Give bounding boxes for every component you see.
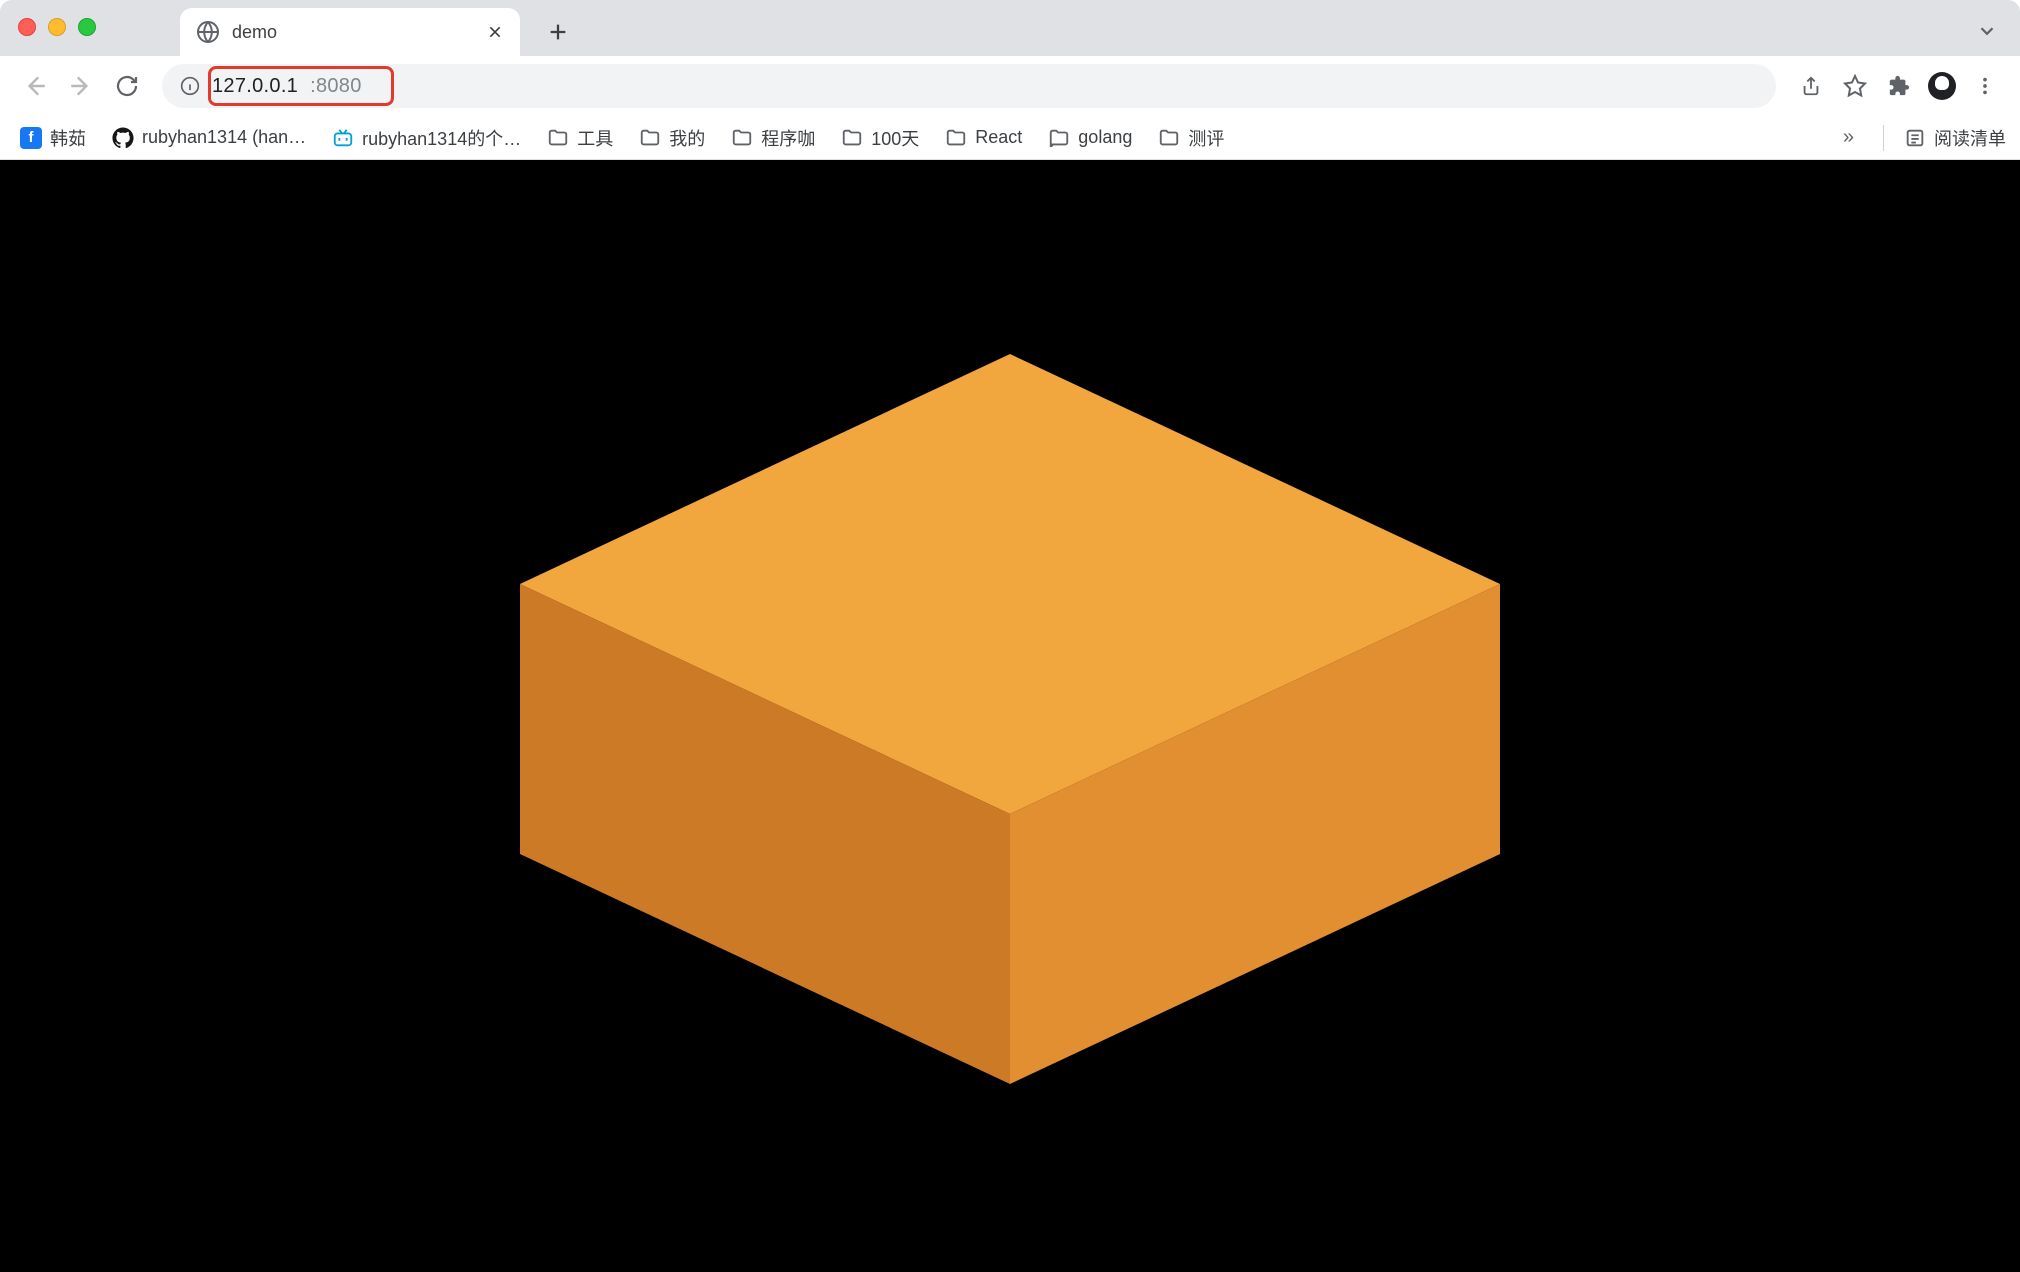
bookmark-folder[interactable]: 我的 [633, 121, 711, 155]
url-host: 127.0.0.1 [212, 75, 298, 98]
bookmark-label: 测评 [1188, 125, 1224, 151]
bookmark-label: React [975, 127, 1022, 148]
bookmarks-overflow-button[interactable]: » [1835, 126, 1863, 149]
bookmark-folder[interactable]: golang [1042, 123, 1138, 153]
bookmark-label: 100天 [871, 125, 919, 151]
reload-button[interactable] [106, 65, 148, 107]
bookmark-item[interactable]: rubyhan1314 (han… [106, 123, 312, 153]
site-info-icon[interactable] [180, 76, 200, 96]
bookmark-label: 工具 [577, 125, 613, 151]
bookmark-item[interactable]: f 韩茹 [14, 121, 92, 155]
bookmark-label: rubyhan1314 (han… [142, 127, 306, 148]
bookmark-item[interactable]: rubyhan1314的个… [326, 121, 527, 155]
browser-tab[interactable]: demo [180, 8, 520, 56]
bookmark-folder[interactable]: 工具 [541, 121, 619, 155]
page-content [0, 160, 2020, 1272]
reading-list-icon [1904, 127, 1926, 149]
bookmarks-bar: f 韩茹 rubyhan1314 (han… rubyhan1314的个… 工具… [0, 116, 2020, 160]
rendered-cube [410, 284, 1610, 1184]
folder-icon [1048, 127, 1070, 149]
bookmark-label: 韩茹 [50, 125, 86, 151]
github-icon [112, 127, 134, 149]
window-controls [18, 18, 96, 36]
toolbar-actions [1790, 65, 2006, 107]
reading-list-button[interactable]: 阅读清单 [1904, 125, 2006, 151]
url-port: :8080 [310, 75, 362, 98]
window-minimize-button[interactable] [48, 18, 66, 36]
bookmark-folder[interactable]: React [939, 123, 1028, 153]
new-tab-button[interactable] [538, 12, 578, 52]
extensions-button[interactable] [1878, 65, 1920, 107]
browser-toolbar: 127.0.0.1 :8080 [0, 56, 2020, 116]
bilibili-icon [332, 127, 354, 149]
tab-strip: demo [180, 0, 578, 56]
bookmark-label: 程序咖 [761, 125, 815, 151]
bookmark-label: 我的 [669, 125, 705, 151]
folder-icon [639, 127, 661, 149]
bookmark-star-button[interactable] [1834, 65, 1876, 107]
bookmark-label: rubyhan1314的个… [362, 125, 521, 151]
folder-icon [1158, 127, 1180, 149]
tab-title: demo [232, 22, 474, 43]
menu-button[interactable] [1964, 65, 2006, 107]
chevron-down-icon[interactable] [1976, 20, 1998, 45]
window-maximize-button[interactable] [78, 18, 96, 36]
forward-button[interactable] [60, 65, 102, 107]
folder-icon [841, 127, 863, 149]
bookmark-folder[interactable]: 程序咖 [725, 121, 821, 155]
back-button[interactable] [14, 65, 56, 107]
bookmark-label: golang [1078, 127, 1132, 148]
share-button[interactable] [1790, 65, 1832, 107]
close-icon[interactable] [486, 23, 504, 41]
folder-icon [731, 127, 753, 149]
folder-icon [547, 127, 569, 149]
bookmark-folder[interactable]: 测评 [1152, 121, 1230, 155]
window-titlebar: demo [0, 0, 2020, 56]
reading-list-label: 阅读清单 [1934, 125, 2006, 151]
address-bar[interactable]: 127.0.0.1 :8080 [162, 64, 1776, 108]
divider [1883, 125, 1884, 151]
bookmark-folder[interactable]: 100天 [835, 121, 925, 155]
window-close-button[interactable] [18, 18, 36, 36]
globe-icon [196, 20, 220, 44]
facebook-icon: f [20, 127, 42, 149]
folder-icon [945, 127, 967, 149]
profile-avatar[interactable] [1928, 72, 1956, 100]
